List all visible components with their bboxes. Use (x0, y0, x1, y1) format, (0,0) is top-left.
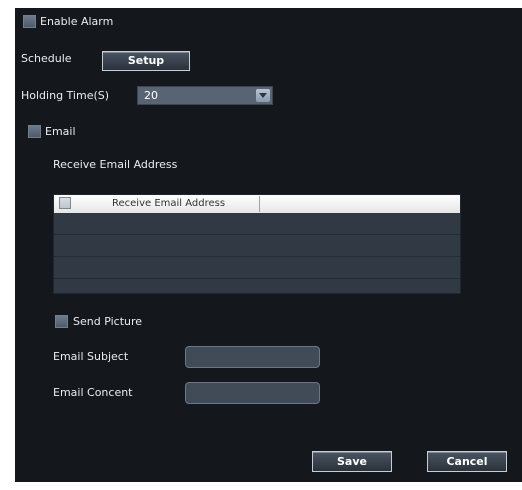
receive-email-table: Receive Email Address (53, 194, 461, 294)
column-divider (259, 196, 260, 212)
email-label: Email (45, 125, 76, 138)
column-header-receive-email: Receive Email Address (112, 198, 226, 209)
enable-alarm-label: Enable Alarm (40, 15, 114, 28)
holding-time-value: 20 (144, 89, 158, 102)
chevron-down-icon[interactable] (256, 89, 270, 102)
enable-alarm-checkbox[interactable] (23, 15, 36, 28)
table-row[interactable] (54, 235, 460, 257)
select-all-checkbox[interactable] (59, 197, 71, 209)
save-button[interactable]: Save (312, 451, 392, 472)
alarm-settings-panel: Enable Alarm Schedule Setup Holding Time… (15, 8, 522, 482)
email-subject-input[interactable] (185, 346, 320, 368)
table-row[interactable] (54, 257, 460, 279)
holding-time-label: Holding Time(S) (21, 89, 110, 102)
send-picture-checkbox[interactable] (55, 315, 68, 328)
schedule-label: Schedule (21, 52, 72, 65)
table-row[interactable] (54, 213, 460, 235)
table-row[interactable] (54, 279, 460, 292)
send-picture-label: Send Picture (73, 315, 143, 328)
table-header: Receive Email Address (54, 195, 460, 213)
holding-time-select[interactable]: 20 (137, 86, 273, 105)
schedule-setup-button[interactable]: Setup (102, 51, 190, 71)
receive-email-address-title: Receive Email Address (53, 158, 178, 171)
email-checkbox[interactable] (28, 125, 41, 138)
email-content-input[interactable] (185, 382, 320, 404)
email-content-label: Email Concent (53, 386, 133, 399)
cancel-button[interactable]: Cancel (427, 451, 507, 472)
email-subject-label: Email Subject (53, 350, 129, 363)
